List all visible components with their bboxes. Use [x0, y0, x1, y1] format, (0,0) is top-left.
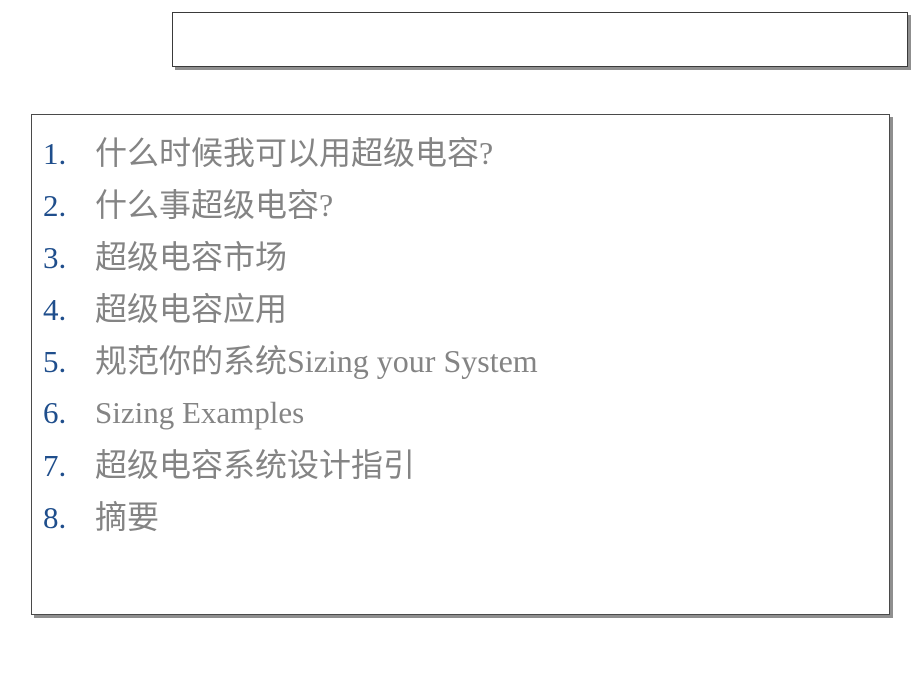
- list-item-number: 7.: [43, 448, 67, 483]
- list-item-number: 3.: [43, 240, 67, 275]
- content-placeholder[interactable]: 1. 什么时候我可以用超级电容? 2. 什么事超级电容? 3. 超级电容市场 4. 超级…: [31, 114, 890, 615]
- list-item[interactable]: 8. 摘要: [32, 491, 889, 543]
- list-item-label: 超级电容应用: [95, 291, 288, 327]
- list-item-label: Sizing Examples: [95, 395, 305, 430]
- list-item-label: 超级电容市场: [95, 239, 288, 275]
- list-item-number: 5.: [43, 344, 67, 379]
- list-item[interactable]: 5. 规范你的系统Sizing your System: [32, 335, 889, 387]
- list-item-number: 1.: [43, 136, 67, 171]
- list-item-number: 4.: [43, 292, 67, 327]
- list-item[interactable]: 1. 什么时候我可以用超级电容?: [32, 127, 889, 179]
- slide-title: [173, 13, 907, 66]
- list-item-label: 规范你的系统Sizing your System: [95, 343, 538, 379]
- list-item-label: 摘要: [95, 499, 160, 535]
- list-item-label: 什么事超级电容?: [95, 187, 334, 223]
- list-item[interactable]: 6. Sizing Examples: [32, 387, 889, 439]
- agenda-list: 1. 什么时候我可以用超级电容? 2. 什么事超级电容? 3. 超级电容市场 4. 超级…: [32, 115, 889, 543]
- title-placeholder[interactable]: [172, 12, 908, 67]
- list-item[interactable]: 7. 超级电容系统设计指引: [32, 439, 889, 491]
- list-item[interactable]: 3. 超级电容市场: [32, 231, 889, 283]
- list-item-label: 超级电容系统设计指引: [95, 447, 416, 483]
- list-item-number: 6.: [43, 395, 67, 430]
- list-item-number: 2.: [43, 188, 67, 223]
- slide-canvas: 1. 什么时候我可以用超级电容? 2. 什么事超级电容? 3. 超级电容市场 4. 超级…: [0, 0, 920, 690]
- list-item-label: 什么时候我可以用超级电容?: [95, 135, 494, 171]
- list-item-number: 8.: [43, 500, 67, 535]
- list-item[interactable]: 4. 超级电容应用: [32, 283, 889, 335]
- list-item[interactable]: 2. 什么事超级电容?: [32, 179, 889, 231]
